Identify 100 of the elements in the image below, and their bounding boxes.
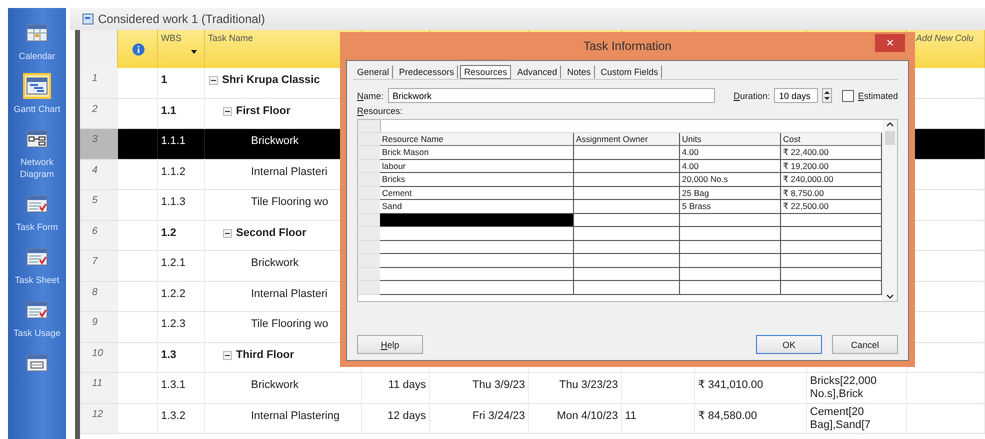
dropdown-caret-icon[interactable] <box>191 50 197 54</box>
grid-cell[interactable] <box>574 254 680 268</box>
grid-cell[interactable] <box>380 268 574 281</box>
collapse-icon[interactable] <box>223 350 232 360</box>
scrollbar[interactable] <box>882 120 897 301</box>
up-arrow-icon[interactable] <box>824 90 830 94</box>
task-row[interactable]: 12 1.3.2 Internal Plastering 12 days Fri 3/24/23 Mon 4/10/23 11 ₹ 84,580.00 Cement[20 Bag],Sand[7 <box>80 404 985 434</box>
view-bar-item[interactable]: Task Sheet <box>10 244 64 286</box>
grid-cell[interactable] <box>781 240 882 254</box>
task-name: Second Floor <box>236 226 306 240</box>
selected-cell[interactable] <box>380 214 574 227</box>
estimated-checkbox[interactable] <box>842 90 854 102</box>
row-number[interactable]: 9 <box>80 312 118 342</box>
column-header[interactable]: Add New Colu <box>916 33 974 43</box>
grid-cell[interactable]: Sand <box>380 200 574 214</box>
grid-cell[interactable] <box>781 214 882 227</box>
ok-button[interactable]: OK <box>756 335 822 354</box>
row-number[interactable]: 2 <box>80 98 118 128</box>
dialog-tab[interactable]: Custom Fields <box>596 65 662 79</box>
scroll-down-icon[interactable] <box>886 294 894 299</box>
grid-cell[interactable] <box>574 214 680 227</box>
task-row[interactable]: 11 1.3.1 Brickwork 11 days Thu 3/9/23 Thu 3/23/23 ₹ 341,010.00 Bricks[22,000 No.s],Brick <box>80 373 985 404</box>
collapse-icon[interactable] <box>209 76 218 85</box>
grid-cell[interactable]: labour <box>380 160 574 173</box>
grid-cell[interactable] <box>680 240 781 254</box>
view-bar-item[interactable]: Task Form <box>10 191 64 233</box>
grid-cell[interactable] <box>574 281 680 294</box>
grid-cell[interactable]: 20,000 No.s <box>680 173 781 186</box>
down-arrow-icon[interactable] <box>824 97 830 100</box>
dialog-tab[interactable]: Predecessors <box>395 65 458 79</box>
grid-cell[interactable]: ₹ 19,200.00 <box>781 160 882 173</box>
grid-cell[interactable] <box>680 268 781 281</box>
cancel-button[interactable]: Cancel <box>832 335 898 354</box>
grid-cell[interactable] <box>380 281 574 294</box>
dialog-tab[interactable]: Advanced <box>513 65 562 79</box>
usage-icon <box>26 300 48 320</box>
grid-cell[interactable] <box>574 186 680 200</box>
help-button[interactable]: Help <box>357 335 423 354</box>
grid-cell[interactable] <box>781 268 882 281</box>
grid-cell[interactable]: Bricks <box>380 173 574 186</box>
grid-cell[interactable]: ₹ 240,000.00 <box>781 173 882 186</box>
row-number[interactable]: 5 <box>80 190 118 220</box>
name-field[interactable]: Brickwork <box>388 88 716 103</box>
wbs-code: 1.2.2 <box>158 282 205 311</box>
grid-cell[interactable]: 25 Bag <box>680 186 781 200</box>
grid-cell[interactable] <box>574 240 680 254</box>
close-button[interactable]: × <box>875 34 905 52</box>
grid-cell[interactable] <box>680 214 781 227</box>
row-number[interactable]: 12 <box>80 404 118 433</box>
grid-cell[interactable]: ₹ 22,500.00 <box>781 200 882 214</box>
grid-cell[interactable]: ₹ 8,750.00 <box>781 186 882 200</box>
row-number[interactable]: 1 <box>80 68 118 98</box>
row-number[interactable]: 8 <box>80 282 118 311</box>
column-header[interactable]: WBS <box>161 33 182 43</box>
finish-date-cell: Thu 3/23/23 <box>529 373 622 402</box>
wbs-code: 1.2.3 <box>158 312 205 342</box>
grid-cell[interactable] <box>680 227 781 240</box>
grid-cell[interactable]: 4.00 <box>680 146 781 160</box>
scroll-up-icon[interactable] <box>886 122 894 127</box>
wbs-code: 1.1 <box>158 98 205 128</box>
dialog-tab[interactable]: Notes <box>563 65 595 79</box>
grid-cell[interactable] <box>574 173 680 186</box>
row-number[interactable]: 10 <box>80 342 118 372</box>
row-number[interactable]: 4 <box>80 160 118 189</box>
row-number[interactable]: 11 <box>80 373 118 402</box>
scroll-thumb[interactable] <box>884 131 894 145</box>
grid-cell[interactable] <box>380 240 574 254</box>
grid-cell[interactable]: 5 Brass <box>680 200 781 214</box>
form-icon <box>26 194 48 214</box>
row-number[interactable]: 6 <box>80 220 118 250</box>
grid-cell[interactable]: ₹ 22,400.00 <box>781 146 882 160</box>
grid-cell[interactable]: Brick Mason <box>380 146 574 160</box>
duration-field[interactable]: 10 days <box>774 88 818 103</box>
row-number[interactable]: 7 <box>80 251 118 280</box>
collapse-icon[interactable] <box>223 228 232 238</box>
grid-cell[interactable] <box>680 281 781 294</box>
view-bar-item[interactable]: Gantt Chart <box>10 73 64 115</box>
grid-cell[interactable]: Cement <box>380 186 574 200</box>
grid-cell[interactable] <box>781 281 882 294</box>
view-bar-item[interactable]: Task Usage <box>10 297 64 339</box>
column-header[interactable]: Task Name <box>208 33 254 43</box>
cost-cell: ₹ 84,580.00 <box>695 404 807 433</box>
grid-cell[interactable] <box>781 254 882 268</box>
spinner[interactable] <box>822 88 832 103</box>
wbs-code: 1.1.3 <box>158 190 205 220</box>
grid-cell[interactable] <box>574 160 680 173</box>
grid-cell[interactable]: 4.00 <box>680 160 781 173</box>
collapse-icon[interactable] <box>223 106 232 116</box>
task-name: Shri Krupa Classic <box>222 73 320 88</box>
grid-cell[interactable] <box>380 227 574 240</box>
grid-cell[interactable] <box>781 227 882 240</box>
dialog-tab[interactable]: Resources <box>460 65 512 79</box>
grid-cell[interactable] <box>380 254 574 268</box>
grid-cell[interactable] <box>574 200 680 214</box>
grid-cell[interactable] <box>574 227 680 240</box>
grid-cell[interactable] <box>574 268 680 281</box>
dialog-tab[interactable]: General <box>353 65 394 79</box>
cost-cell: ₹ 341,010.00 <box>695 373 807 402</box>
grid-cell[interactable] <box>574 146 680 160</box>
grid-cell[interactable] <box>680 254 781 268</box>
